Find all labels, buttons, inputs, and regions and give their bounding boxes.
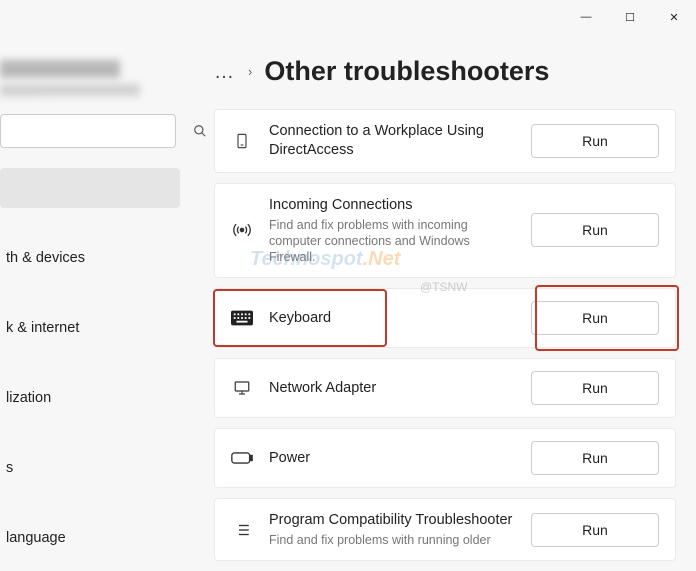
search-input[interactable] (1, 124, 193, 139)
search-row[interactable] (0, 114, 176, 148)
troubleshooter-card: Keyboard Run (214, 288, 676, 348)
monitor-icon (231, 379, 253, 397)
profile-name-blurred: xxxxx (0, 60, 120, 78)
sidebar-item-network-internet[interactable]: k & internet (0, 308, 180, 348)
profile-email-blurred: xxxxx (0, 84, 140, 96)
sidebar: xxxxx xxxxx th & devices k & internet li… (0, 60, 180, 558)
minimize-button[interactable]: — (564, 4, 608, 30)
antenna-icon (231, 220, 253, 240)
troubleshooter-card: Connection to a Workplace Using DirectAc… (214, 109, 676, 173)
troubleshooter-desc: Find and fix problems with running older (269, 532, 515, 548)
page-title: Other troubleshooters (264, 56, 549, 87)
troubleshooter-card: Incoming Connections Find and fix problem… (214, 183, 676, 279)
troubleshooter-title: Keyboard (269, 309, 515, 328)
keyboard-icon (231, 310, 253, 326)
phone-icon (231, 131, 253, 151)
troubleshooter-card: Power Run (214, 428, 676, 488)
sidebar-item-time-language[interactable]: language (0, 518, 180, 558)
troubleshooter-title: Power (269, 449, 515, 468)
list-icon (231, 521, 253, 539)
troubleshooter-title: Connection to a Workplace Using DirectAc… (269, 122, 515, 160)
run-button[interactable]: Run (531, 513, 659, 547)
run-button[interactable]: Run (531, 213, 659, 247)
troubleshooter-desc: Find and fix problems with incoming comp… (269, 217, 515, 266)
main-panel: … › Other troubleshooters Connection to … (214, 56, 676, 571)
sidebar-item-home[interactable] (0, 168, 180, 208)
sidebar-item-bluetooth-devices[interactable]: th & devices (0, 238, 180, 278)
troubleshooter-title: Program Compatibility Troubleshooter (269, 511, 515, 530)
troubleshooter-title: Network Adapter (269, 379, 515, 398)
run-button[interactable]: Run (531, 371, 659, 405)
troubleshooter-card: Network Adapter Run (214, 358, 676, 418)
troubleshooter-text: Incoming Connections Find and fix problem… (269, 196, 515, 266)
sidebar-item-personalization[interactable]: lization (0, 378, 180, 418)
profile-block: xxxxx xxxxx (0, 60, 180, 96)
window-titlebar: — ☐ ✕ (0, 0, 696, 30)
search-icon (193, 124, 207, 138)
troubleshooter-text: Connection to a Workplace Using DirectAc… (269, 122, 515, 160)
battery-icon (231, 451, 253, 465)
troubleshooter-text: Program Compatibility Troubleshooter Find… (269, 511, 515, 548)
maximize-button[interactable]: ☐ (608, 4, 652, 30)
troubleshooter-text: Power (269, 449, 515, 468)
run-button[interactable]: Run (531, 301, 659, 335)
troubleshooter-title: Incoming Connections (269, 196, 515, 215)
chevron-right-icon: › (248, 64, 252, 79)
troubleshooter-card: Program Compatibility Troubleshooter Find… (214, 498, 676, 561)
sidebar-item-accounts[interactable]: s (0, 448, 180, 488)
run-button[interactable]: Run (531, 124, 659, 158)
breadcrumb-more-icon[interactable]: … (214, 62, 236, 82)
close-button[interactable]: ✕ (652, 4, 696, 30)
troubleshooter-text: Network Adapter (269, 379, 515, 398)
run-button[interactable]: Run (531, 441, 659, 475)
breadcrumb: … › Other troubleshooters (214, 56, 676, 87)
troubleshooter-text: Keyboard (269, 309, 515, 328)
